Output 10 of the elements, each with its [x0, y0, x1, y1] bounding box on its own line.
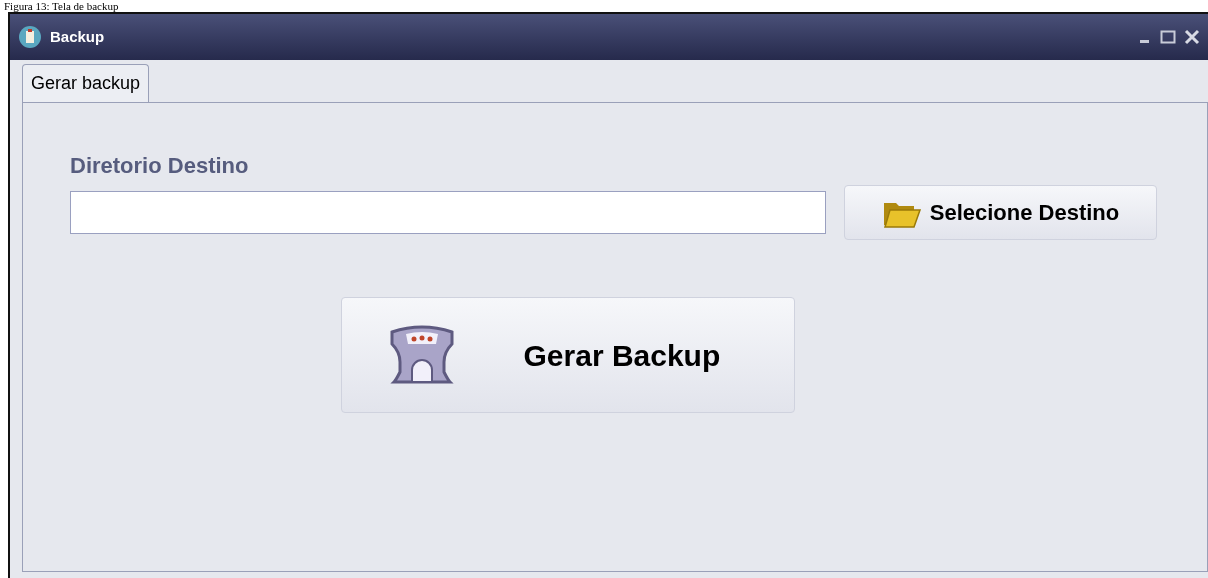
clipboard-icon: [18, 25, 42, 49]
field-label: Diretorio Destino: [70, 153, 250, 179]
figure-caption: Figura 13: Tela de backup: [3, 0, 120, 12]
tab[interactable]: Gerar backup: [22, 64, 150, 102]
maximize-icon[interactable]: [1160, 30, 1176, 44]
close-icon[interactable]: [1184, 29, 1200, 45]
destination-input-field[interactable]: [70, 191, 826, 234]
generate-backup-button[interactable]: Gerar Backup: [340, 297, 795, 413]
select-destination-button[interactable]: Selecione Destino: [844, 185, 1157, 240]
window-title: Backup: [50, 26, 105, 47]
